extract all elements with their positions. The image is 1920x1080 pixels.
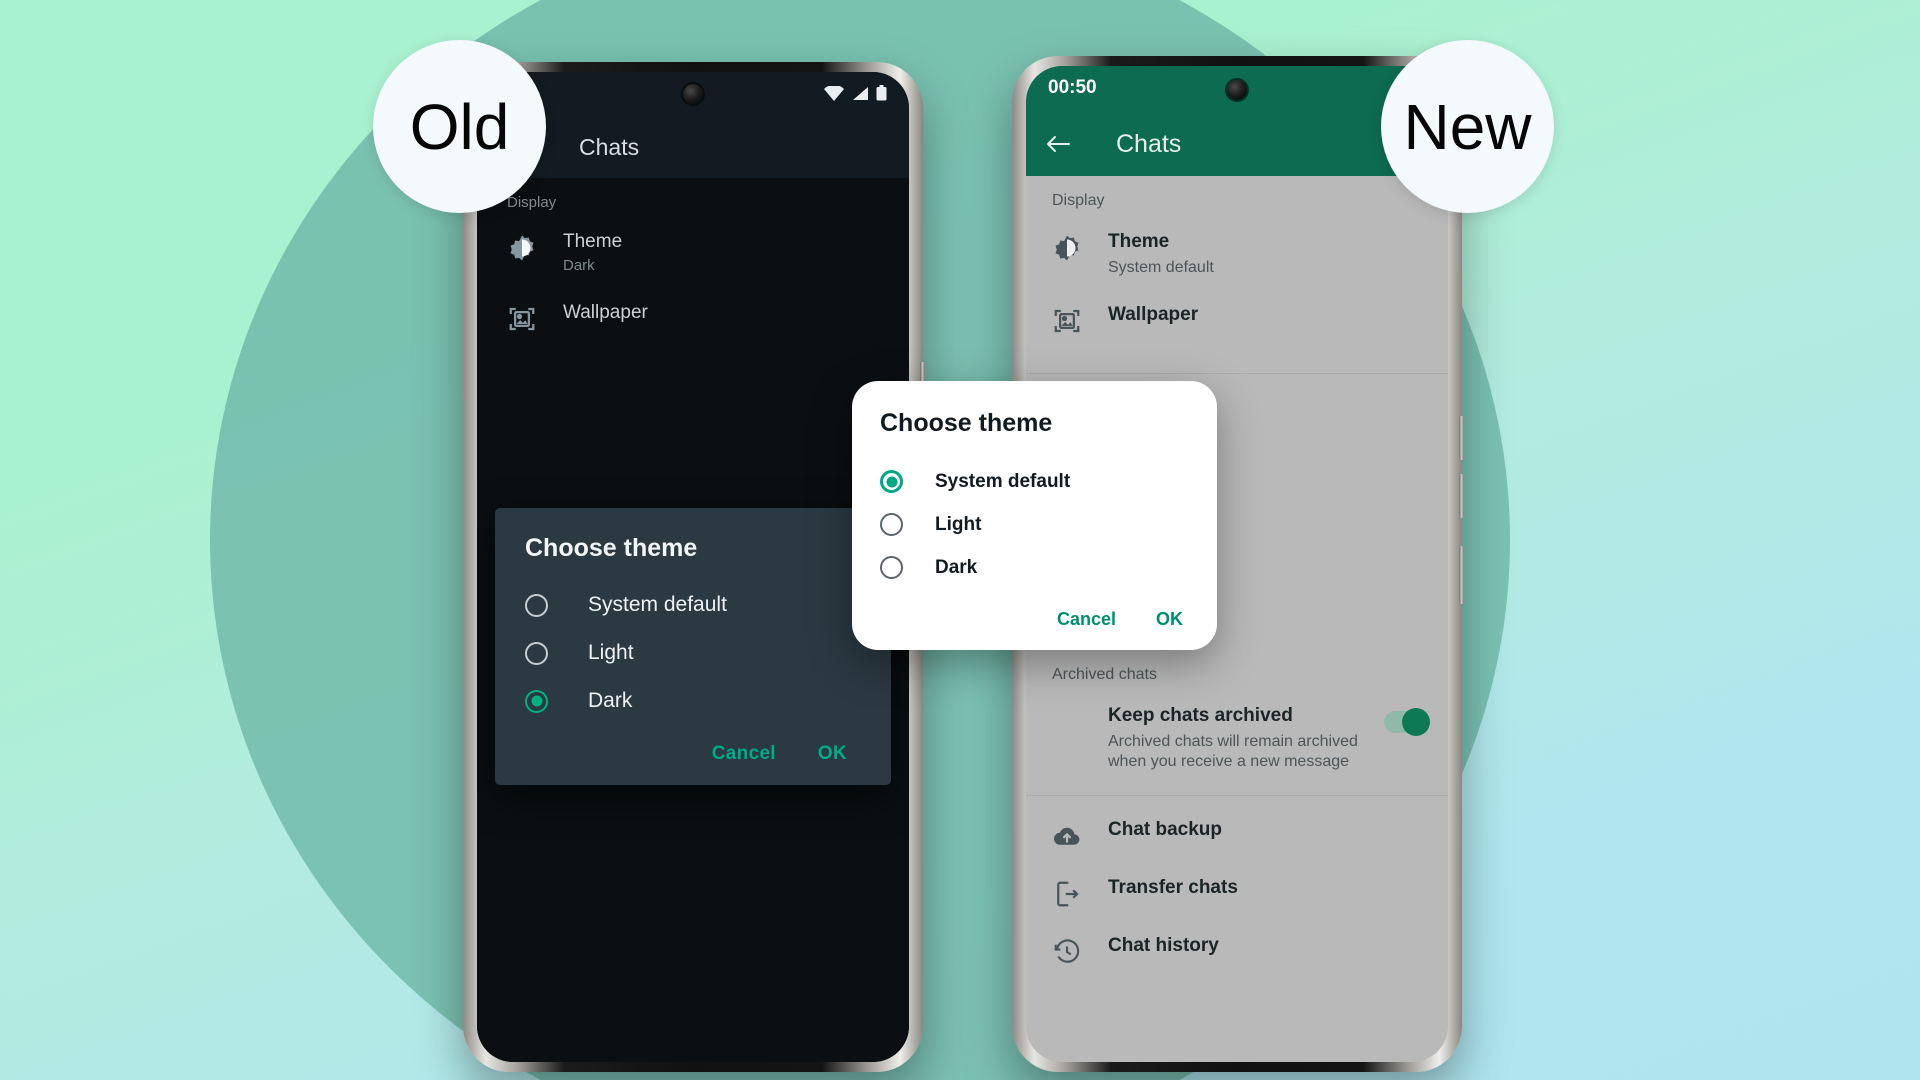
- battery-icon: [876, 85, 887, 101]
- theme-brightness-icon: [1052, 233, 1086, 263]
- signal-icon: [853, 86, 868, 100]
- radio-selected-icon[interactable]: [525, 689, 548, 713]
- new-row-keep-chats-archived[interactable]: Keep chats archived Archived chats will …: [1026, 692, 1448, 785]
- wifi-icon: [824, 85, 844, 101]
- phone-new-power-button[interactable]: [1459, 546, 1464, 604]
- new-option-dark-label: Dark: [935, 556, 978, 578]
- new-row-wallpaper-title: Wallpaper: [1108, 304, 1199, 325]
- old-ok-button[interactable]: OK: [818, 743, 847, 765]
- old-option-system-default[interactable]: System default: [495, 581, 891, 629]
- new-section-label-display: Display: [1052, 192, 1105, 209]
- old-row-theme-title: Theme: [563, 231, 623, 252]
- new-row-chat-history-text: Chat history: [1108, 935, 1428, 957]
- old-cancel-button[interactable]: Cancel: [712, 743, 776, 765]
- wallpaper-icon: [507, 304, 541, 334]
- old-row-wallpaper-text: Wallpaper: [563, 302, 648, 324]
- new-dialog-actions: Cancel OK: [852, 589, 1217, 636]
- keep-chats-archived-toggle[interactable]: [1384, 708, 1430, 736]
- new-divider-1: [1026, 373, 1448, 374]
- old-choose-theme-dialog: Choose theme System default Light Dark C…: [495, 508, 891, 785]
- old-option-light[interactable]: Light: [495, 629, 891, 677]
- new-row-keep-archived-title: Keep chats archived: [1108, 705, 1293, 726]
- new-row-keep-archived-text: Keep chats archived Archived chats will …: [1108, 705, 1384, 772]
- history-icon: [1052, 937, 1086, 967]
- new-row-theme-title: Theme: [1108, 231, 1170, 252]
- new-row-chat-backup[interactable]: Chat backup: [1026, 806, 1448, 864]
- old-option-light-label: Light: [588, 641, 634, 664]
- old-camera-punch-hole: [683, 84, 703, 104]
- new-option-light-label: Light: [935, 513, 982, 535]
- phone-new-volume-down-button[interactable]: [1459, 474, 1464, 518]
- transfer-chats-icon: [1052, 879, 1086, 909]
- old-row-theme-text: Theme Dark: [563, 231, 622, 274]
- new-page-title: Chats: [1116, 129, 1182, 158]
- new-row-theme[interactable]: Theme System default: [1026, 218, 1448, 291]
- new-row-transfer-chats-title: Transfer chats: [1108, 877, 1238, 898]
- new-dialog-title: Choose theme: [880, 409, 1053, 437]
- radio-selected-icon[interactable]: [880, 470, 903, 493]
- new-camera-punch-hole: [1227, 80, 1247, 100]
- old-dialog-actions: Cancel OK: [495, 725, 891, 771]
- old-option-dark-label: Dark: [588, 689, 633, 712]
- badge-new: New: [1381, 40, 1554, 213]
- phone-new: 00:50 Chats Display Theme System default…: [852, 56, 1464, 1072]
- new-divider-2: [1026, 795, 1448, 796]
- new-choose-theme-dialog: Choose theme System default Light Dark C…: [852, 381, 1217, 650]
- radio-icon[interactable]: [525, 641, 548, 665]
- new-row-wallpaper[interactable]: Wallpaper: [1026, 291, 1448, 349]
- old-page-title: Chats: [579, 133, 640, 160]
- back-arrow-icon: [1047, 136, 1070, 152]
- old-dialog-title: Choose theme: [525, 534, 698, 562]
- old-row-wallpaper-title: Wallpaper: [563, 302, 648, 323]
- new-row-theme-text: Theme System default: [1108, 231, 1428, 278]
- old-row-theme-value: Dark: [563, 257, 595, 274]
- new-section-label-archived: Archived chats: [1052, 666, 1157, 683]
- radio-icon[interactable]: [880, 556, 903, 579]
- new-row-chat-history[interactable]: Chat history: [1026, 922, 1448, 980]
- new-back-button[interactable]: [1046, 134, 1072, 154]
- cloud-upload-icon: [1052, 821, 1086, 851]
- new-row-chat-backup-text: Chat backup: [1108, 819, 1428, 841]
- old-option-system-default-label: System default: [588, 593, 727, 616]
- old-section-label-display: Display: [507, 194, 557, 211]
- new-row-theme-value: System default: [1108, 259, 1214, 276]
- radio-icon[interactable]: [880, 513, 903, 536]
- new-status-time: 00:50: [1048, 77, 1097, 98]
- new-cancel-button[interactable]: Cancel: [1057, 609, 1116, 630]
- new-row-chat-backup-title: Chat backup: [1108, 819, 1223, 840]
- wallpaper-icon: [1052, 306, 1086, 336]
- new-row-transfer-chats-text: Transfer chats: [1108, 877, 1428, 899]
- phone-new-volume-up-button[interactable]: [1459, 416, 1464, 460]
- new-option-system-default[interactable]: System default: [852, 460, 1217, 503]
- new-option-dark[interactable]: Dark: [852, 546, 1217, 589]
- new-option-system-default-label: System default: [935, 470, 1071, 492]
- new-option-light[interactable]: Light: [852, 503, 1217, 546]
- radio-icon[interactable]: [525, 593, 548, 617]
- new-ok-button[interactable]: OK: [1156, 609, 1183, 630]
- old-row-wallpaper[interactable]: Wallpaper: [477, 288, 909, 348]
- theme-brightness-icon: [507, 233, 541, 263]
- new-row-keep-archived-subtitle: Archived chats will remain archived when…: [1108, 733, 1358, 770]
- old-option-dark[interactable]: Dark: [495, 677, 891, 725]
- badge-old: Old: [373, 40, 546, 213]
- old-row-theme[interactable]: Theme Dark: [477, 217, 909, 288]
- new-row-chat-history-title: Chat history: [1108, 935, 1219, 956]
- phone-old-screen: Chats Display Theme Dark Wallpaper Choos…: [477, 72, 909, 1062]
- old-status-right-icons: [824, 85, 887, 101]
- new-row-transfer-chats[interactable]: Transfer chats: [1026, 864, 1448, 922]
- new-row-wallpaper-text: Wallpaper: [1108, 304, 1428, 326]
- old-settings-list: Display Theme Dark Wallpaper Choose them…: [477, 178, 909, 1062]
